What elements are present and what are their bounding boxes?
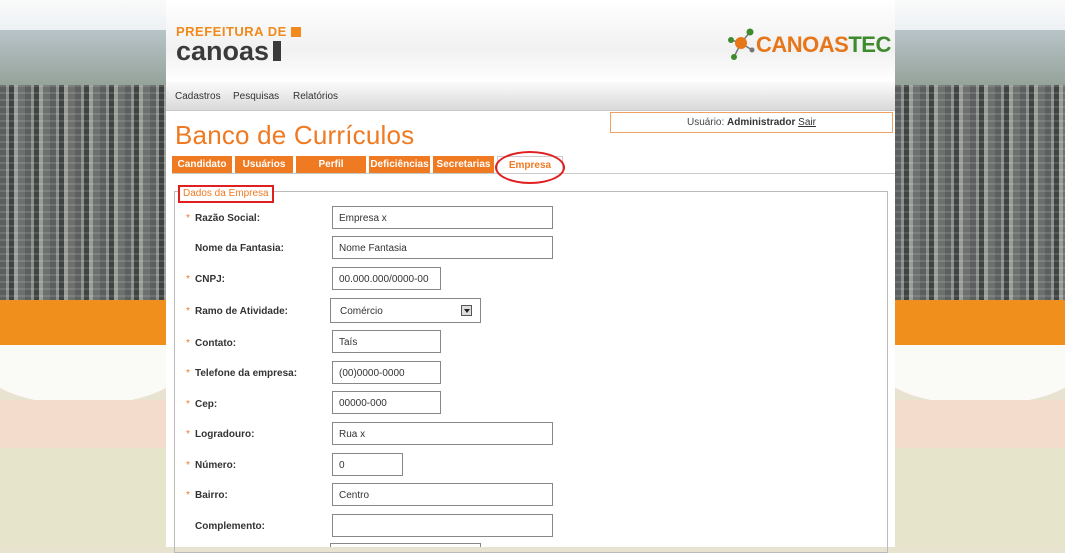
next-field-partial[interactable]	[330, 543, 481, 547]
select-ramo-atividade[interactable]: Comércio	[330, 298, 481, 323]
input-numero[interactable]: 0	[332, 453, 403, 476]
required-mark: *	[186, 213, 190, 224]
label-contato: Contato:	[195, 338, 237, 349]
input-contato[interactable]: Taís	[332, 330, 441, 353]
input-cep[interactable]: 00000-000	[332, 391, 441, 414]
logout-link[interactable]: Sair	[798, 117, 816, 128]
input-logradouro[interactable]: Rua x	[332, 422, 553, 445]
label-logradouro: Logradouro:	[195, 429, 255, 440]
tab-perfil[interactable]: Perfil	[296, 156, 366, 173]
tab-usuarios[interactable]: Usuários	[235, 156, 293, 173]
required-mark: *	[186, 399, 190, 410]
top-nav: Cadastros Pesquisas Relatórios	[166, 82, 895, 111]
required-mark: *	[186, 490, 190, 501]
canoastec-logo[interactable]: CANOASTEC	[726, 26, 891, 64]
logo-square-icon	[290, 26, 301, 37]
logo-tec-part: TEC	[848, 32, 891, 57]
label-cnpj: CNPJ:	[195, 274, 226, 285]
input-razao-social[interactable]: Empresa x	[332, 206, 553, 229]
user-label: Usuário:	[687, 117, 725, 128]
required-mark: *	[186, 429, 190, 440]
input-nome-fantasia[interactable]: Nome Fantasia	[332, 236, 553, 259]
input-bairro[interactable]: Centro	[332, 483, 553, 506]
label-bairro: Bairro:	[195, 490, 228, 501]
label-razao-social: Razão Social:	[195, 213, 261, 224]
user-name: Administrador	[727, 117, 796, 128]
label-telefone: Telefone da empresa:	[195, 368, 298, 379]
tab-deficiencias[interactable]: Deficiências	[369, 156, 430, 173]
input-complemento[interactable]	[332, 514, 553, 537]
required-mark: *	[186, 460, 190, 471]
logo-bar-icon	[273, 41, 282, 61]
site-header: PREFEITURA DE canoas CANOASTEC	[166, 0, 895, 82]
molecule-icon	[728, 28, 755, 60]
label-ramo-atividade: Ramo de Atividade:	[195, 306, 288, 317]
page-title: Banco de Currículos	[175, 120, 415, 150]
required-mark: *	[186, 368, 190, 379]
nav-item-relatorios[interactable]: Relatórios	[293, 91, 338, 102]
tab-candidato[interactable]: Candidato	[172, 156, 232, 173]
required-mark: *	[186, 306, 190, 317]
fieldset-legend: Dados da Empresa	[178, 185, 274, 203]
input-cnpj[interactable]: 00.000.000/0000-00	[332, 267, 441, 290]
nav-item-cadastros[interactable]: Cadastros	[175, 91, 221, 102]
logo-canoas-part: CANOAS	[756, 32, 849, 57]
required-mark: *	[186, 274, 190, 285]
select-ramo-atividade-value: Comércio	[340, 306, 383, 317]
logo-canoas-text: canoas	[176, 36, 270, 66]
active-tab-highlight-ring	[495, 151, 565, 184]
dropdown-arrow-icon[interactable]	[461, 305, 472, 316]
background-city-right	[895, 0, 1065, 547]
label-nome-fantasia: Nome da Fantasia:	[195, 243, 284, 254]
label-numero: Número:	[195, 460, 237, 471]
tab-secretarias[interactable]: Secretarias	[433, 156, 494, 173]
label-cep: Cep:	[195, 399, 218, 410]
main-content: PREFEITURA DE canoas CANOASTEC Cadastros…	[166, 0, 895, 553]
prefeitura-canoas-logo[interactable]: PREFEITURA DE canoas	[176, 24, 301, 66]
background-city-left	[0, 0, 166, 547]
required-mark: *	[186, 338, 190, 349]
input-telefone[interactable]: (00)0000-0000	[332, 361, 441, 384]
nav-item-pesquisas[interactable]: Pesquisas	[233, 91, 279, 102]
user-info-box: Usuário: Administrador Sair	[610, 112, 893, 133]
label-complemento: Complemento:	[195, 521, 265, 532]
